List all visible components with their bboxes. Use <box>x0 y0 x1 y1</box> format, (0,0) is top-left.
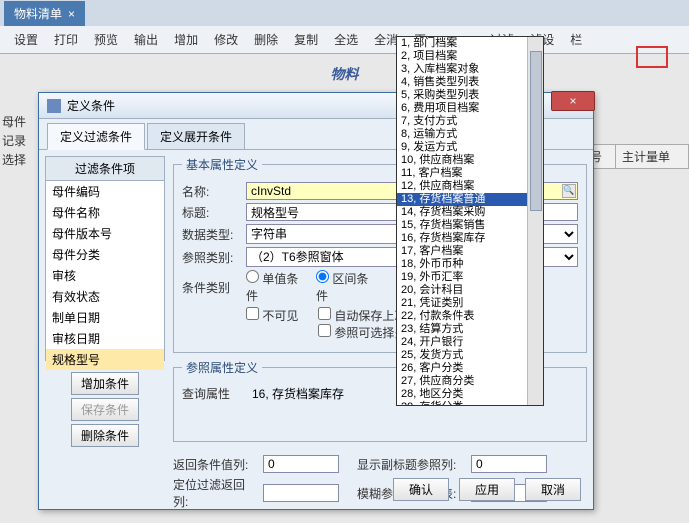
dropdown-item[interactable]: 5, 采购类型列表 <box>397 89 543 102</box>
toolbar-item-6[interactable]: 删除 <box>246 31 286 48</box>
filter-item[interactable]: 审核 <box>46 265 164 286</box>
dropdown-item[interactable]: 1, 部门档案 <box>397 37 543 50</box>
filter-item[interactable]: 母件版本号 <box>46 223 164 244</box>
ok-button[interactable]: 确认 <box>393 478 449 501</box>
show-subtitle-label: 显示副标题参照列: <box>357 456 467 473</box>
radio-range[interactable]: 区间条件 <box>316 270 376 304</box>
toolbar-item-5[interactable]: 修改 <box>206 31 246 48</box>
search-icon[interactable]: 🔍 <box>562 184 576 198</box>
dropdown-item[interactable]: 14, 存货档案采购 <box>397 206 543 219</box>
dropdown-item[interactable]: 24, 开户银行 <box>397 336 543 349</box>
dropdown-item[interactable]: 6, 费用项目档案 <box>397 102 543 115</box>
tab-label: 物料清单 <box>14 5 62 22</box>
toolbar-item-4[interactable]: 增加 <box>166 31 206 48</box>
dropdown-item[interactable]: 16, 存货档案库存 <box>397 232 543 245</box>
locate-col-input[interactable] <box>263 484 339 502</box>
title-label: 标题: <box>182 204 242 221</box>
dropdown-item[interactable]: 2, 项目档案 <box>397 50 543 63</box>
dropdown-item[interactable]: 29, 存货分类 <box>397 401 543 406</box>
filter-item[interactable]: 母件编码 <box>46 181 164 202</box>
return-col-input[interactable]: 0 <box>263 455 339 473</box>
dialog-title-text: 定义条件 <box>67 97 115 114</box>
scrollbar-thumb[interactable] <box>530 51 542 211</box>
dropdown-item[interactable]: 17, 客户档案 <box>397 245 543 258</box>
dropdown-scrollbar[interactable] <box>527 37 543 405</box>
dropdown-item[interactable]: 22, 付款条件表 <box>397 310 543 323</box>
return-col-label: 返回条件值列: <box>173 456 259 473</box>
ref-attr-legend: 参照属性定义 <box>182 359 262 376</box>
dropdown-item[interactable]: 19, 外币汇率 <box>397 271 543 284</box>
tab-expand-conditions[interactable]: 定义展开条件 <box>147 123 245 149</box>
add-condition-button[interactable]: 增加条件 <box>71 372 139 395</box>
dropdown-item[interactable]: 7, 支付方式 <box>397 115 543 128</box>
dropdown-item[interactable]: 26, 客户分类 <box>397 362 543 375</box>
left-labels: 母件 记录 选择 <box>2 112 26 169</box>
dropdown-item[interactable]: 13, 存货档案普通 <box>397 193 543 206</box>
filter-item[interactable]: 有效状态 <box>46 286 164 307</box>
datatype-label: 数据类型: <box>182 226 242 243</box>
filter-items-header: 过滤条件项 <box>45 156 165 181</box>
filter-items-list[interactable]: 母件编码母件名称母件版本号母件分类审核有效状态制单日期审核日期规格型号 <box>45 181 165 361</box>
toolbar-item-2[interactable]: 预览 <box>86 31 126 48</box>
reftype-label: 参照类别: <box>182 249 242 266</box>
filter-item[interactable]: 制单日期 <box>46 307 164 328</box>
dropdown-item[interactable]: 10, 供应商档案 <box>397 154 543 167</box>
filter-item[interactable]: 母件分类 <box>46 244 164 265</box>
basic-attr-legend: 基本属性定义 <box>182 156 262 173</box>
toolbar-item-7[interactable]: 复制 <box>286 31 326 48</box>
chk-invisible[interactable]: 不可见 <box>246 307 306 341</box>
dropdown-item[interactable]: 28, 地区分类 <box>397 388 543 401</box>
apply-button[interactable]: 应用 <box>459 478 515 501</box>
save-condition-button: 保存条件 <box>71 398 139 421</box>
locate-col-label: 定位过滤返回列: <box>173 476 259 510</box>
dropdown-item[interactable]: 18, 外币币种 <box>397 258 543 271</box>
condtype-label: 条件类别 <box>182 279 242 296</box>
toolbar-item-3[interactable]: 输出 <box>126 31 166 48</box>
dropdown-item[interactable]: 23, 结算方式 <box>397 323 543 336</box>
dropdown-item[interactable]: 25, 发货方式 <box>397 349 543 362</box>
dropdown-item[interactable]: 8, 运输方式 <box>397 128 543 141</box>
query-attr-label: 查询属性 <box>182 385 242 402</box>
page-title: 物料 <box>0 54 689 88</box>
dropdown-item[interactable]: 3, 入库档案对象 <box>397 63 543 76</box>
dialog-close-button[interactable]: × <box>551 91 595 111</box>
dropdown-item[interactable]: 15, 存货档案销售 <box>397 219 543 232</box>
dropdown-item[interactable]: 11, 客户档案 <box>397 167 543 180</box>
dropdown-item[interactable]: 21, 凭证类别 <box>397 297 543 310</box>
tab-filter-conditions[interactable]: 定义过滤条件 <box>47 123 145 150</box>
dropdown-item[interactable]: 27, 供应商分类 <box>397 375 543 388</box>
filter-item[interactable]: 审核日期 <box>46 328 164 349</box>
tab-close-icon[interactable]: × <box>68 7 75 21</box>
radio-single[interactable]: 单值条件 <box>246 270 306 304</box>
cancel-button[interactable]: 取消 <box>525 478 581 501</box>
dropdown-item[interactable]: 9, 发运方式 <box>397 141 543 154</box>
name-label: 名称: <box>182 183 242 200</box>
toolbar-item-16[interactable]: 栏 <box>562 31 590 48</box>
grid-col-uom[interactable]: 主计量单 <box>616 145 689 168</box>
toolbar-item-0[interactable]: 设置 <box>6 31 46 48</box>
ref-dropdown[interactable]: 1, 部门档案2, 项目档案3, 入库档案对象4, 销售类型列表5, 采购类型列… <box>396 36 544 406</box>
main-toolbar: 设置打印预览输出增加修改删除复制全选全消页过滤滤设栏 <box>0 26 689 54</box>
delete-condition-button[interactable]: 删除条件 <box>71 424 139 447</box>
dropdown-item[interactable]: 12, 供应商档案 <box>397 180 543 193</box>
query-attr-value: 16, 存货档案库存 <box>246 385 344 402</box>
app-tab[interactable]: 物料清单 × <box>4 1 85 26</box>
dialog-icon <box>47 99 61 113</box>
dropdown-item[interactable]: 20, 会计科目 <box>397 284 543 297</box>
toolbar-item-1[interactable]: 打印 <box>46 31 86 48</box>
show-subtitle-input[interactable]: 0 <box>471 455 547 473</box>
toolbar-item-8[interactable]: 全选 <box>326 31 366 48</box>
filter-item[interactable]: 母件名称 <box>46 202 164 223</box>
dropdown-item[interactable]: 4, 销售类型列表 <box>397 76 543 89</box>
